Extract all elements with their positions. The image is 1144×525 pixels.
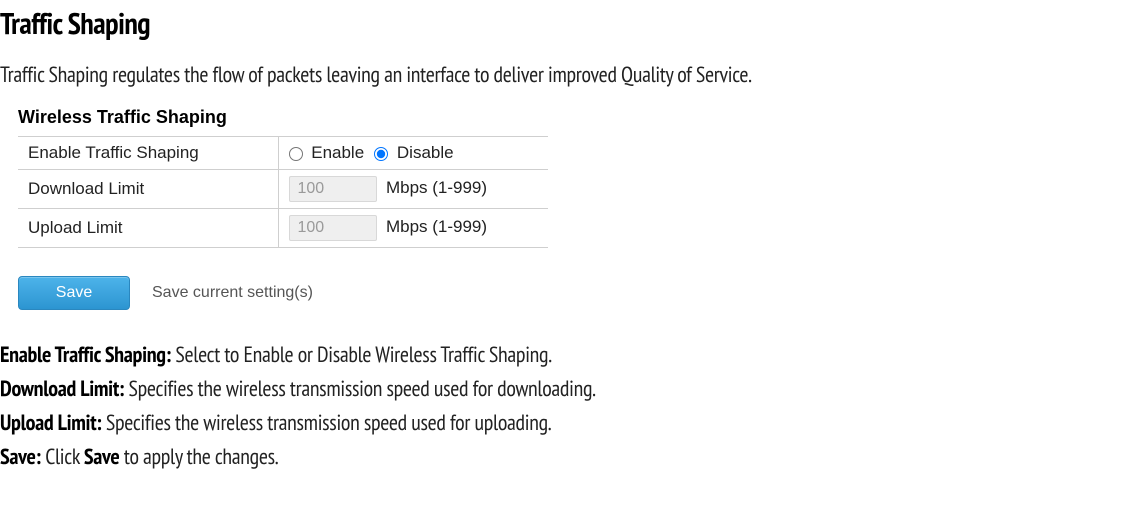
def-upload-desc: Specifies the wireless transmission spee… (102, 409, 552, 437)
def-save-post: to apply the changes. (120, 443, 279, 471)
enable-radio-group: Enable Disable (289, 143, 539, 163)
save-description: Save current setting(s) (152, 284, 313, 302)
page-title: Traffic Shaping (0, 4, 1144, 43)
radio-disable-wrap[interactable]: Disable (374, 143, 453, 163)
panel-heading: Wireless Traffic Shaping (18, 107, 1144, 128)
definitions: Enable Traffic Shaping: Select to Enable… (0, 338, 1144, 474)
save-button[interactable]: Save (18, 276, 130, 310)
radio-enable-label: Enable (311, 143, 364, 162)
label-enable: Enable Traffic Shaping (18, 137, 278, 170)
row-enable: Enable Traffic Shaping Enable Disable (18, 137, 548, 170)
def-save: Save: Click Save to apply the changes. (0, 440, 1144, 474)
def-upload-term: Upload Limit: (0, 409, 102, 437)
download-unit: Mbps (1-999) (386, 178, 487, 197)
radio-enable-wrap[interactable]: Enable (289, 143, 365, 163)
config-panel: Wireless Traffic Shaping Enable Traffic … (0, 107, 1144, 310)
label-download: Download Limit (18, 170, 278, 209)
def-enable: Enable Traffic Shaping: Select to Enable… (0, 338, 1144, 372)
radio-enable[interactable] (289, 147, 303, 161)
def-enable-desc: Select to Enable or Disable Wireless Tra… (171, 341, 552, 369)
radio-disable[interactable] (374, 147, 388, 161)
def-enable-term: Enable Traffic Shaping: (0, 341, 171, 369)
upload-input[interactable] (289, 215, 377, 241)
label-upload: Upload Limit (18, 209, 278, 248)
def-upload: Upload Limit: Specifies the wireless tra… (0, 406, 1144, 440)
def-save-bold: Save (84, 443, 120, 471)
def-save-term: Save: (0, 443, 41, 471)
upload-unit: Mbps (1-999) (386, 217, 487, 236)
radio-disable-label: Disable (397, 143, 454, 162)
row-upload: Upload Limit Mbps (1-999) (18, 209, 548, 248)
download-input[interactable] (289, 176, 377, 202)
row-download: Download Limit Mbps (1-999) (18, 170, 548, 209)
save-row: Save Save current setting(s) (18, 276, 1144, 310)
intro-text: Traffic Shaping regulates the flow of pa… (0, 61, 1144, 89)
def-download-term: Download Limit: (0, 375, 124, 403)
def-download-desc: Specifies the wireless transmission spee… (124, 375, 596, 403)
config-table: Enable Traffic Shaping Enable Disable (18, 136, 548, 248)
def-download: Download Limit: Specifies the wireless t… (0, 372, 1144, 406)
def-save-pre: Click (41, 443, 84, 471)
